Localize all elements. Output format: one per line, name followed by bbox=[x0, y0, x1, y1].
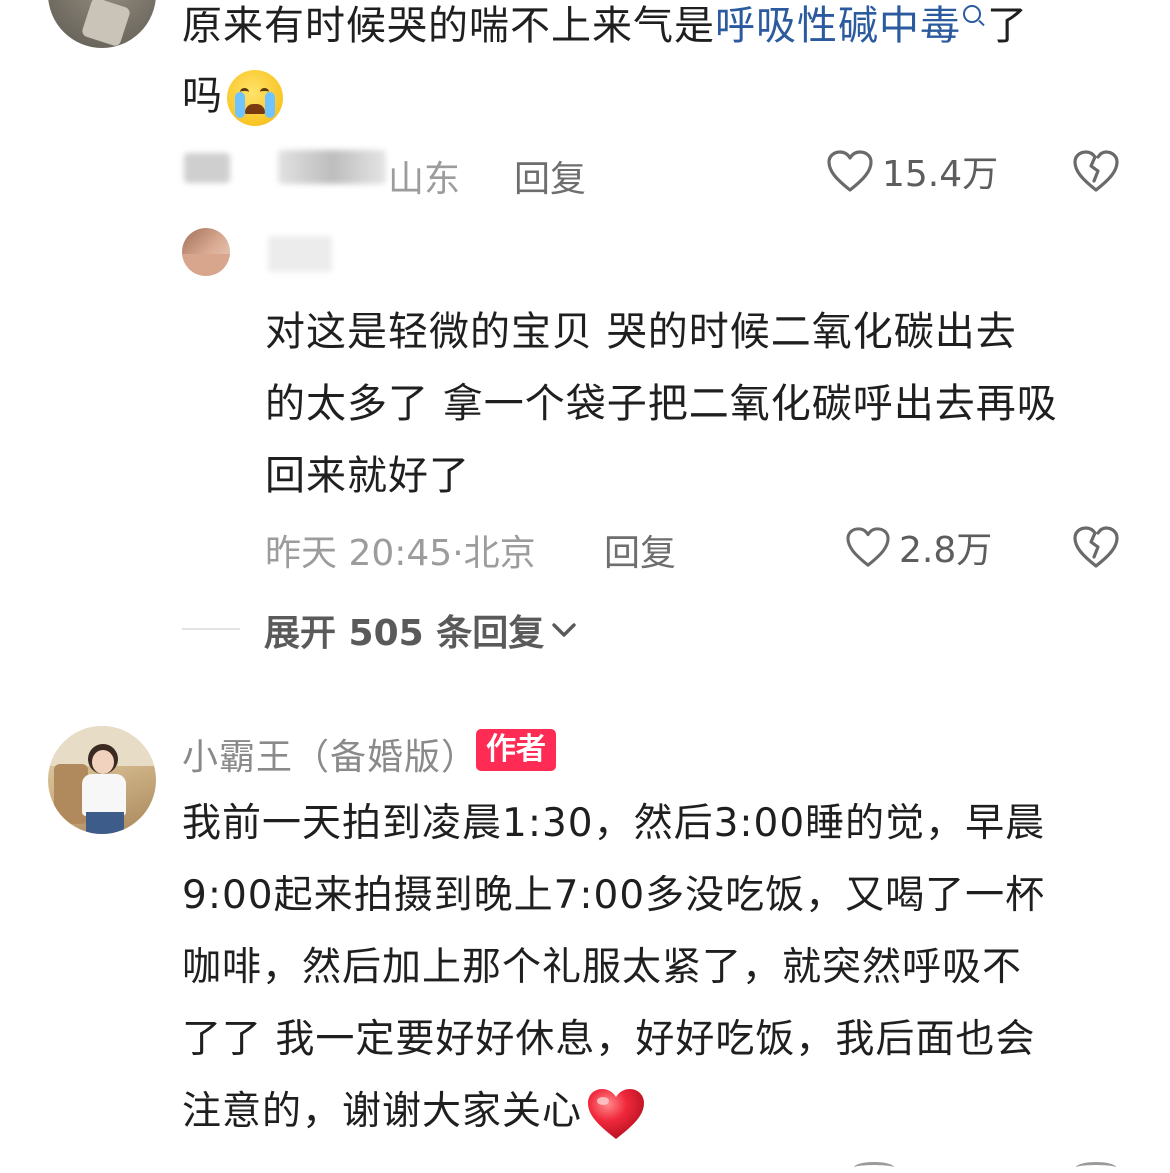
comment-text-after-link: 了 bbox=[987, 3, 1028, 49]
heart-outline-icon bbox=[846, 527, 890, 567]
red-heart-icon bbox=[588, 1088, 645, 1139]
expand-replies-label: 展开 505 条回复 bbox=[264, 613, 545, 654]
reply-body: 对这是轻微的宝贝 哭的时候二氧化碳出去 的太多了 拿一个袋子把二氧化碳呼出去再吸… bbox=[265, 296, 1145, 512]
like-button[interactable]: 2.8万 bbox=[845, 522, 992, 572]
comment-text-before-link: 原来有时候哭的喘不上来气是 bbox=[182, 3, 715, 49]
expand-divider bbox=[182, 628, 240, 630]
comment-line: 我前一天拍到凌晨1:30，然后3:00睡的觉，早晨 bbox=[182, 801, 1046, 846]
reply-button[interactable]: 回复 bbox=[514, 150, 586, 202]
comment-location: 山东 bbox=[388, 159, 461, 200]
commenter-avatar[interactable] bbox=[48, 0, 156, 48]
comment-line: 咖啡，然后加上那个礼服太紧了，就突然呼吸不 bbox=[182, 945, 1023, 990]
like-count: 15.4万 bbox=[882, 154, 999, 195]
comment-line: 9:00起来拍摄到晚上7:00多没吃饭，又喝了一杯 bbox=[182, 873, 1046, 918]
chevron-down-icon bbox=[552, 623, 576, 637]
author-comment-body: 我前一天拍到凌晨1:30，然后3:00睡的觉，早晨 9:00起来拍摄到晚上7:0… bbox=[182, 788, 1142, 1148]
redacted-timestamp bbox=[184, 153, 230, 183]
author-avatar[interactable] bbox=[48, 726, 156, 834]
reply-line: 对这是轻微的宝贝 哭的时候二氧化碳出去 bbox=[265, 309, 1017, 355]
reply-button[interactable]: 回复 bbox=[604, 524, 676, 576]
comment-line: 了了 我一定要好好休息，好好吃饭，我后面也会 bbox=[182, 1017, 1036, 1062]
comment-line: 吗 bbox=[182, 61, 1142, 131]
next-row-fragment bbox=[1076, 1162, 1116, 1173]
next-row-fragment bbox=[854, 1162, 894, 1173]
crying-emoji-icon bbox=[227, 70, 283, 126]
comment-line: 原来有时候哭的喘不上来气是呼吸性碱中毒了 bbox=[182, 0, 1142, 61]
broken-heart-icon bbox=[1073, 526, 1119, 568]
like-button[interactable]: 15.4万 bbox=[826, 146, 998, 196]
like-count: 2.8万 bbox=[899, 530, 993, 571]
reply-line: 的太多了 拿一个袋子把二氧化碳呼出去再吸 bbox=[265, 381, 1058, 427]
expand-replies-button[interactable]: 展开 505 条回复 bbox=[264, 604, 578, 656]
comment-line-last: 注意的，谢谢大家关心 bbox=[182, 1089, 583, 1134]
reply-timestamp-location: 昨天 20:45·北京 bbox=[265, 533, 536, 574]
dislike-button[interactable] bbox=[1072, 524, 1120, 574]
author-username[interactable]: 小霸王（备婚版） bbox=[182, 728, 478, 780]
heart-outline-icon bbox=[827, 150, 873, 192]
reply-line: 回来就好了 bbox=[265, 453, 470, 499]
search-icon[interactable] bbox=[963, 5, 981, 23]
search-link[interactable]: 呼吸性碱中毒 bbox=[715, 3, 961, 49]
reply-avatar[interactable] bbox=[182, 228, 230, 276]
dislike-button[interactable] bbox=[1072, 148, 1120, 198]
broken-heart-icon bbox=[1073, 150, 1119, 192]
comment-body: 原来有时候哭的喘不上来气是呼吸性碱中毒了 吗 bbox=[182, 0, 1142, 131]
comment-text-line2: 吗 bbox=[182, 73, 223, 119]
redacted-username bbox=[268, 236, 332, 272]
comment-line: 注意的，谢谢大家关心 bbox=[182, 1076, 1142, 1148]
redacted-timestamp bbox=[278, 150, 386, 184]
author-badge: 作者 bbox=[476, 729, 556, 771]
